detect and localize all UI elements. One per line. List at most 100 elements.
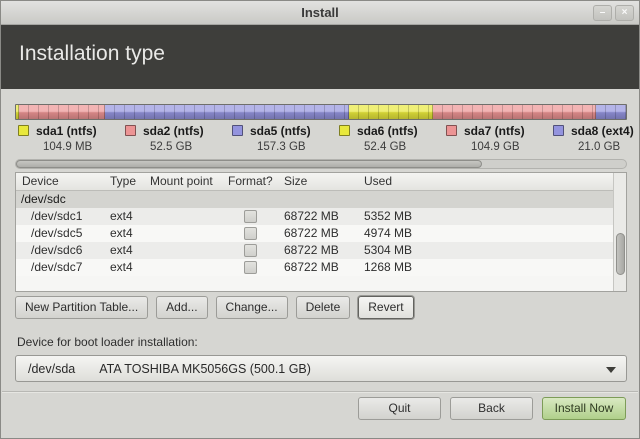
legend-color-chip: [446, 125, 457, 136]
size-cell: 68722 MB: [284, 226, 339, 240]
device-cell: /dev/sdc6: [31, 243, 83, 257]
mount-point-cell: [144, 242, 222, 259]
table-row[interactable]: /dev/sdc5 ext4 68722 MB 4974 MB: [16, 225, 626, 242]
horizontal-scrollbar-thumb[interactable]: [16, 160, 482, 168]
table-row[interactable]: /dev/sdc7 ext4 68722 MB 1268 MB: [16, 259, 626, 276]
legend-item: sda8 (ext4) 21.0 GB: [549, 123, 639, 157]
horizontal-scrollbar[interactable]: [15, 159, 627, 169]
close-button[interactable]: ×: [615, 5, 634, 21]
bootloader-device: /dev/sda: [28, 361, 76, 376]
quit-button[interactable]: Quit: [358, 397, 441, 420]
column-header-size[interactable]: Size: [278, 173, 358, 190]
size-cell: 68722 MB: [284, 209, 339, 223]
format-cell: [222, 259, 278, 276]
partition-segment-sda8[interactable]: [596, 105, 626, 119]
device-cell: /dev/sdc1: [31, 209, 83, 223]
bootloader-device-description: ATA TOSHIBA MK5056GS (500.1 GB): [99, 361, 311, 376]
legend-partition-size: 52.4 GB: [364, 141, 407, 153]
column-header-format[interactable]: Format?: [222, 173, 278, 190]
mount-point-cell: [144, 208, 222, 225]
legend-item-top: sda8 (ext4): [553, 123, 639, 138]
device-cell: /dev/sdc7: [31, 260, 83, 274]
legend-partition-label: sda1 (ntfs): [36, 123, 97, 138]
page-title: Installation type: [19, 42, 165, 65]
format-checkbox[interactable]: [243, 210, 257, 223]
vertical-scrollbar-thumb[interactable]: [615, 233, 625, 275]
partition-action-row: New Partition Table... Add... Change... Del…: [15, 296, 414, 319]
type-cell: ext4: [110, 243, 133, 257]
revert-button[interactable]: Revert: [358, 296, 414, 319]
legend-item-top: sda1 (ntfs): [18, 123, 121, 138]
add-button[interactable]: Add...: [156, 296, 208, 319]
legend-partition-size: 21.0 GB: [578, 141, 621, 153]
partition-segment-sda6[interactable]: [349, 105, 433, 119]
bootloader-label: Device for boot loader installation:: [17, 335, 198, 349]
legend-item-top: sda2 (ntfs): [125, 123, 228, 138]
mount-point-cell: [144, 259, 222, 276]
column-header-type[interactable]: Type: [104, 173, 144, 190]
format-checkbox[interactable]: [243, 261, 257, 274]
new-partition-table-button[interactable]: New Partition Table...: [15, 296, 149, 319]
table-header-row: Device Type Mount point Format? Size Used: [16, 173, 626, 191]
legend-partition-size: 52.5 GB: [150, 141, 193, 153]
device-cell: /dev/sdc5: [31, 226, 83, 240]
header-band: Installation type: [1, 25, 639, 89]
column-header-used[interactable]: Used: [358, 173, 626, 190]
partition-segment-sda2[interactable]: [18, 105, 105, 119]
legend-item: sda6 (ntfs) 52.4 GB: [335, 123, 442, 157]
legend-color-chip: [125, 125, 136, 136]
footer-separator: [2, 391, 638, 393]
column-header-mount-point[interactable]: Mount point: [144, 173, 222, 190]
partition-bar: [15, 104, 627, 120]
legend-color-chip: [232, 125, 243, 136]
legend-partition-label: sda2 (ntfs): [143, 123, 204, 138]
delete-button[interactable]: Delete: [295, 296, 351, 319]
legend-color-chip: [339, 125, 350, 136]
disk-group-row[interactable]: /dev/sdc: [16, 191, 626, 208]
type-cell: ext4: [110, 209, 133, 223]
legend-partition-size: 104.9 GB: [471, 141, 520, 153]
legend-partition-label: sda8 (ext4): [571, 123, 634, 138]
install-now-button[interactable]: Install Now: [542, 397, 626, 420]
used-cell: 1268 MB: [364, 260, 413, 274]
used-cell: 4974 MB: [364, 226, 413, 240]
partition-segment-sda7[interactable]: [432, 105, 597, 119]
install-window: Install – × Installation type sda1 (ntfs…: [0, 0, 640, 439]
change-button[interactable]: Change...: [215, 296, 288, 319]
legend-item-top: sda7 (ntfs): [446, 123, 549, 138]
legend-item: sda7 (ntfs) 104.9 GB: [442, 123, 549, 157]
legend-item: sda1 (ntfs) 104.9 MB: [14, 123, 121, 157]
legend-item-top: sda6 (ntfs): [339, 123, 442, 138]
format-cell: [222, 225, 278, 242]
format-cell: [222, 242, 278, 259]
minimize-button[interactable]: –: [593, 5, 612, 21]
legend-partition-label: sda6 (ntfs): [357, 123, 418, 138]
legend-partition-label: sda7 (ntfs): [464, 123, 525, 138]
table-row[interactable]: /dev/sdc1 ext4 68722 MB 5352 MB: [16, 208, 626, 225]
window-titlebar: Install – ×: [1, 1, 639, 25]
column-header-device[interactable]: Device: [16, 173, 104, 190]
partition-table: Device Type Mount point Format? Size Used /de…: [15, 172, 627, 292]
size-cell: 68722 MB: [284, 260, 339, 274]
size-cell: 68722 MB: [284, 243, 339, 257]
legend-color-chip: [553, 125, 564, 136]
partition-segment-sda5[interactable]: [104, 105, 350, 119]
used-cell: 5304 MB: [364, 243, 413, 257]
footer-button-row: Quit Back Install Now: [358, 397, 626, 420]
type-cell: ext4: [110, 260, 133, 274]
legend-partition-label: sda5 (ntfs): [250, 123, 311, 138]
legend-item: sda2 (ntfs) 52.5 GB: [121, 123, 228, 157]
bootloader-device-select[interactable]: /dev/sda ATA TOSHIBA MK5056GS (500.1 GB): [15, 355, 627, 382]
legend-item: sda5 (ntfs) 157.3 GB: [228, 123, 335, 157]
vertical-scrollbar[interactable]: [613, 173, 626, 291]
table-row[interactable]: /dev/sdc6 ext4 68722 MB 5304 MB: [16, 242, 626, 259]
legend-color-chip: [18, 125, 29, 136]
back-button[interactable]: Back: [450, 397, 533, 420]
format-checkbox[interactable]: [243, 244, 257, 257]
format-cell: [222, 208, 278, 225]
type-cell: ext4: [110, 226, 133, 240]
window-title: Install: [301, 5, 339, 20]
legend-partition-size: 157.3 GB: [257, 141, 306, 153]
legend-item-top: sda5 (ntfs): [232, 123, 335, 138]
format-checkbox[interactable]: [243, 227, 257, 240]
